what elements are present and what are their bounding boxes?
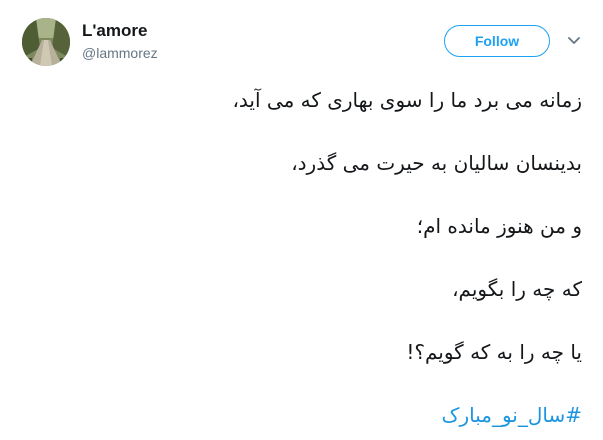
tweet-line: زمانه می برد ما را سوی بهاری که می آید، bbox=[232, 88, 582, 112]
chevron-down-icon[interactable] bbox=[568, 36, 580, 46]
tweet-line: یا چه را به که گویم؟! bbox=[406, 340, 582, 364]
avatar[interactable] bbox=[22, 18, 70, 66]
tweet-line: که چه را بگویم، bbox=[452, 277, 582, 301]
tweet-text: زمانه می برد ما را سوی بهاری که می آید، … bbox=[20, 80, 582, 395]
tweet-card: L'amore @lammorez Follow زمانه می برد ما… bbox=[0, 0, 603, 440]
follow-button[interactable]: Follow bbox=[444, 25, 550, 57]
user-info: L'amore @lammorez bbox=[82, 21, 158, 62]
user-handle[interactable]: @lammorez bbox=[82, 44, 158, 62]
tweet-line: بدینسان سالیان به حیرت می گذرد، bbox=[291, 151, 582, 175]
tweet-line: و من هنوز مانده ام؛ bbox=[416, 214, 582, 238]
hashtag-link[interactable]: #سال_نو_مبارک bbox=[442, 395, 582, 435]
forest-road-avatar-image bbox=[22, 18, 70, 66]
display-name[interactable]: L'amore bbox=[82, 21, 158, 41]
